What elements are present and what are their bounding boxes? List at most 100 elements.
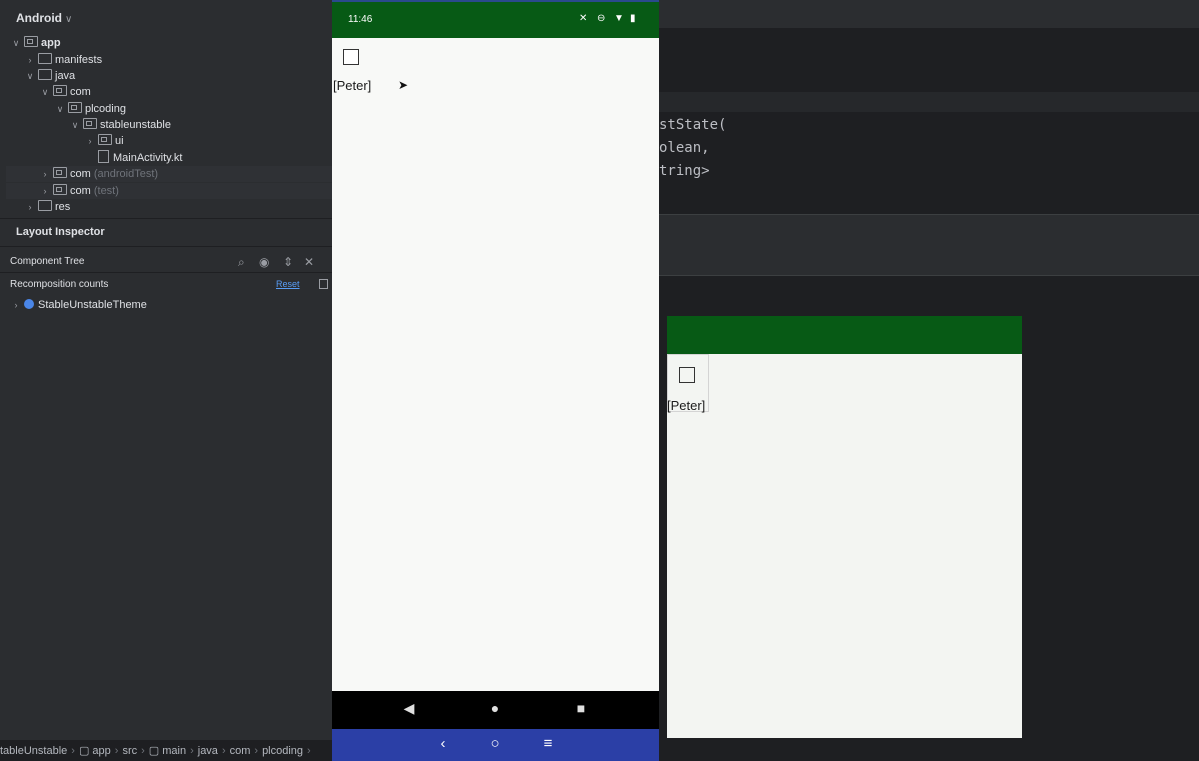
divider [0, 272, 332, 273]
tree-item-com[interactable]: ∨ com [39, 84, 91, 100]
divider [0, 246, 332, 247]
module-icon: ▢ [78, 745, 93, 757]
menu-icon[interactable]: ≡ [536, 735, 560, 752]
chevron-right-icon[interactable]: › [84, 133, 96, 149]
reset-link[interactable]: Reset [276, 279, 300, 289]
package-icon [53, 167, 67, 178]
preview-checkbox[interactable] [679, 367, 695, 383]
tree-item-res[interactable]: › res [24, 199, 70, 215]
wifi-icon: ▼ [614, 13, 624, 24]
tree-item-plcoding[interactable]: ∨ plcoding [54, 101, 126, 117]
breadcrumb: tableUnstable › ▢ app › src › ▢ main › java › com ›… [0, 745, 311, 757]
editor-toolbar [659, 214, 1199, 276]
tree-item-label: plcoding [85, 103, 126, 115]
compose-node-icon [24, 299, 34, 309]
folder-icon [38, 69, 52, 80]
folder-icon: ▢ [148, 745, 163, 757]
emulator-screen[interactable]: 11:46 ✕ ⊖ ▼ ▮ [Peter] ➤ ◀ ● ■ ‹ ○ ≡ [332, 0, 659, 761]
package-icon [53, 184, 67, 195]
search-icon[interactable]: ⌕ [238, 255, 245, 270]
breadcrumb-item[interactable]: plcoding [262, 745, 303, 757]
tree-item-label: manifests [55, 54, 103, 66]
tree-item-stableunstable[interactable]: ∨ stableunstable [69, 117, 171, 133]
breadcrumb-item[interactable]: src [122, 745, 137, 757]
code-line: stState( [659, 117, 727, 133]
tree-item-label: app [41, 37, 61, 49]
copy-icon[interactable] [319, 279, 328, 289]
tree-item-label: java [55, 70, 76, 82]
component-tree-node[interactable]: › StableUnstableTheme [10, 297, 147, 313]
chevron-down-icon[interactable]: ∨ [54, 101, 66, 117]
editor-highlight-row [659, 92, 1199, 112]
preview-name-text: [Peter] [667, 398, 706, 413]
kotlin-file-icon [98, 150, 109, 163]
recents-icon[interactable]: ■ [569, 700, 593, 716]
tree-item-label: res [55, 201, 71, 213]
tree-item-label: ui [115, 135, 124, 147]
breadcrumb-item[interactable]: java [198, 745, 218, 757]
emulator-host-nav: ‹ ○ ≡ [332, 729, 659, 761]
breadcrumb-item[interactable]: main [162, 745, 186, 757]
collapse-all-icon[interactable]: ✕ [304, 255, 314, 269]
tree-item-label: stableunstable [100, 119, 171, 131]
breadcrumb-item[interactable]: com [230, 745, 251, 757]
package-icon [83, 118, 97, 129]
tree-item-mainactivity[interactable]: MainActivity.kt [96, 150, 182, 166]
checkbox[interactable] [343, 49, 359, 65]
back-icon[interactable]: ◀ [397, 700, 421, 717]
recomposition-counts-label: Recomposition counts [10, 279, 109, 290]
tree-item-suffix: (test) [93, 185, 119, 197]
chevron-right-icon[interactable]: › [10, 297, 22, 313]
breadcrumb-item[interactable]: tableUnstable [0, 745, 67, 757]
component-tree-label: Component Tree [10, 256, 85, 267]
tree-item-com-androidtest[interactable]: › com (androidTest) [6, 166, 365, 182]
project-view-selector[interactable]: Android ∨ [16, 11, 72, 25]
expand-all-icon[interactable]: ⇕ [283, 255, 293, 269]
layout-inspector-title: Layout Inspector [16, 226, 105, 238]
home-icon[interactable]: ● [483, 700, 507, 716]
chevron-down-icon[interactable]: ∨ [10, 35, 22, 51]
project-panel: Android ∨ ∨ app › manifests ∨ java ∨ com ∨ plc… [0, 0, 365, 740]
tree-item-label: com [70, 185, 91, 197]
tree-item-label: com [70, 168, 91, 180]
battery-icon: ▮ [630, 13, 636, 24]
tree-item-suffix: (androidTest) [93, 168, 159, 180]
chevron-right-icon[interactable]: › [39, 183, 51, 199]
chevron-down-icon[interactable]: ∨ [24, 68, 36, 84]
inspector-preview[interactable]: [Peter] [667, 316, 1022, 738]
tree-item-manifests[interactable]: › manifests [24, 52, 102, 68]
tree-item-com-test[interactable]: › com (test) [6, 183, 365, 199]
chevron-left-icon[interactable]: ‹ [431, 735, 455, 752]
eye-icon[interactable]: ◉ [259, 255, 269, 269]
circle-home-icon[interactable]: ○ [483, 735, 507, 752]
component-node-label: StableUnstableTheme [38, 299, 147, 311]
divider [0, 218, 332, 219]
folder-icon [38, 53, 52, 64]
chevron-down-icon[interactable]: ∨ [39, 84, 51, 100]
module-folder-icon [24, 36, 38, 47]
editor-tab-strip [659, 0, 1199, 29]
notifications-off-icon: ✕ [579, 13, 588, 24]
tree-item-label: com [70, 86, 91, 98]
chevron-right-icon[interactable]: › [24, 199, 36, 215]
names-text: [Peter] [333, 78, 372, 93]
status-bar: 11:46 ✕ ⊖ ▼ ▮ [332, 0, 659, 38]
code-line: olean, [659, 140, 710, 156]
tree-item-java[interactable]: ∨ java [24, 68, 75, 84]
tree-item-label: MainActivity.kt [113, 152, 183, 164]
chevron-right-icon[interactable]: › [39, 166, 51, 182]
code-line: tring> [659, 163, 710, 179]
tree-item-ui[interactable]: › ui [84, 133, 124, 149]
mouse-cursor-icon: ➤ [398, 78, 409, 92]
android-nav-bar: ◀ ● ■ [332, 691, 659, 729]
chevron-right-icon[interactable]: › [24, 52, 36, 68]
chevron-down-icon[interactable]: ∨ [69, 117, 81, 133]
package-icon [53, 85, 67, 96]
folder-icon [38, 200, 52, 211]
status-time: 11:46 [348, 14, 373, 25]
project-view-label: Android [16, 11, 62, 25]
package-icon [68, 102, 82, 113]
tree-item-app[interactable]: ∨ app [10, 35, 61, 51]
breadcrumb-item[interactable]: app [92, 745, 110, 757]
chevron-down-icon: ∨ [65, 14, 73, 25]
